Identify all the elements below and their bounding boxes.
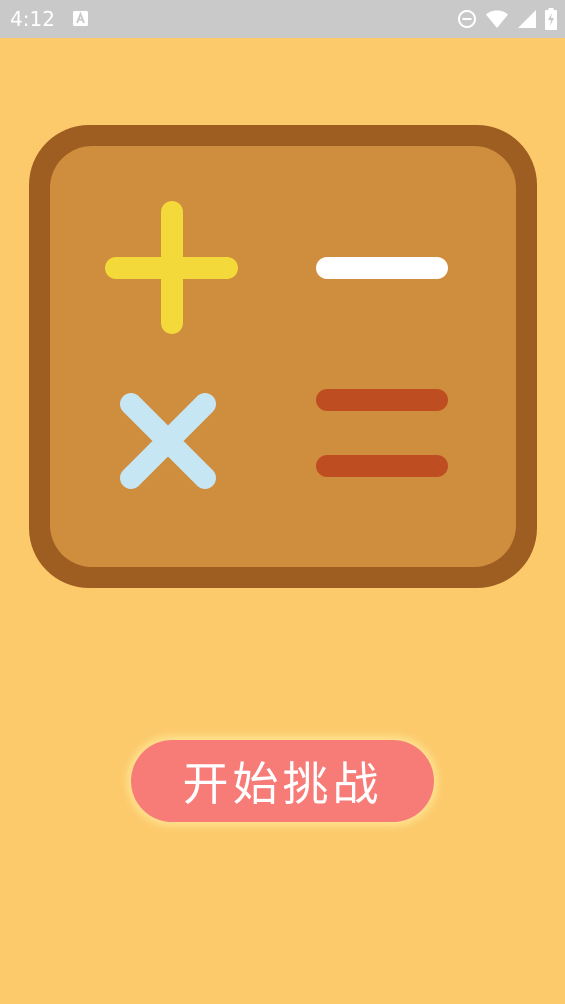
wifi-icon: [486, 10, 508, 28]
math-board-illustration: [29, 125, 537, 588]
cellular-signal-icon: [518, 10, 536, 28]
math-symbols: [105, 201, 448, 489]
a-box-icon: [73, 11, 88, 26]
battery-charging-icon: [545, 8, 557, 30]
status-time: 4:12: [10, 7, 55, 31]
status-icons: [457, 8, 557, 30]
multiply-icon: [120, 393, 216, 489]
equals-icon: [316, 389, 448, 477]
status-bar: 4:12: [0, 0, 565, 38]
plus-icon: [105, 201, 238, 334]
do-not-disturb-icon: [458, 10, 476, 28]
start-challenge-button[interactable]: 开始挑战: [131, 740, 434, 822]
